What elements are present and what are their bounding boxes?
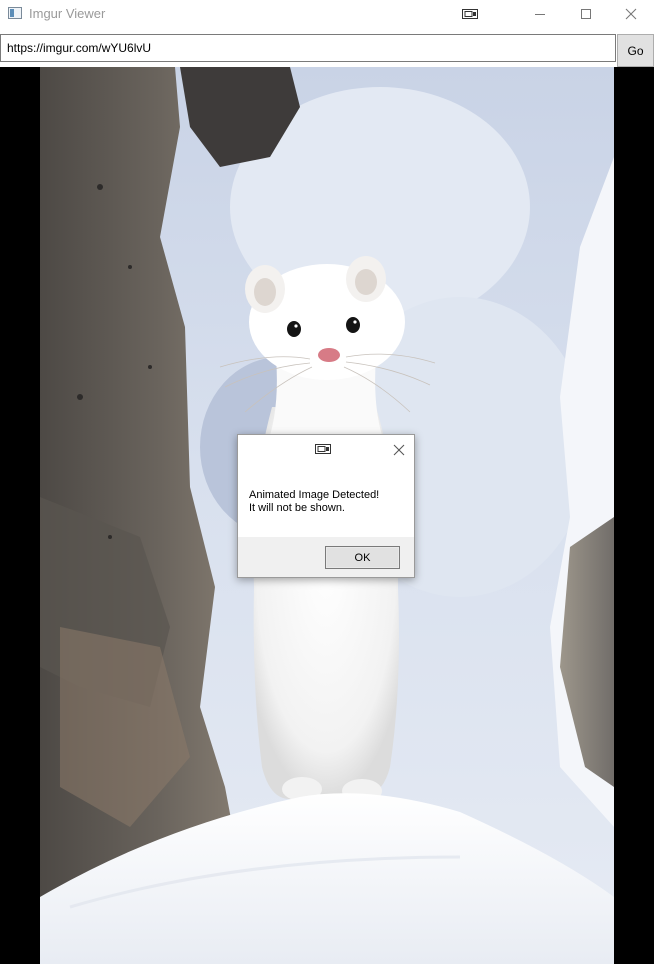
ok-button[interactable]: OK [325, 546, 400, 569]
tablet-mode-icon[interactable] [315, 443, 331, 455]
minimize-button[interactable] [517, 0, 563, 30]
close-icon [625, 8, 637, 20]
window-title: Imgur Viewer [29, 6, 106, 21]
dialog-message-line2: It will not be shown. [249, 502, 345, 514]
tablet-mode-icon[interactable] [462, 8, 478, 20]
dialog-message: Animated Image Detected! It will not be … [249, 489, 409, 515]
imgur-viewer-window: Imgur Viewer Go [0, 0, 654, 964]
dialog-button-area: OK [238, 537, 414, 577]
go-button[interactable]: Go [617, 34, 654, 67]
title-bar[interactable]: Imgur Viewer [0, 0, 654, 30]
dialog-message-line1: Animated Image Detected! [249, 489, 380, 501]
minimize-icon [535, 14, 545, 15]
close-icon[interactable] [392, 443, 406, 457]
app-window-icon [8, 7, 22, 19]
maximize-button[interactable] [563, 0, 609, 30]
maximize-icon [581, 9, 591, 19]
close-button[interactable] [608, 0, 654, 30]
url-input[interactable] [0, 34, 616, 62]
animated-image-dialog: Animated Image Detected! It will not be … [237, 434, 415, 578]
